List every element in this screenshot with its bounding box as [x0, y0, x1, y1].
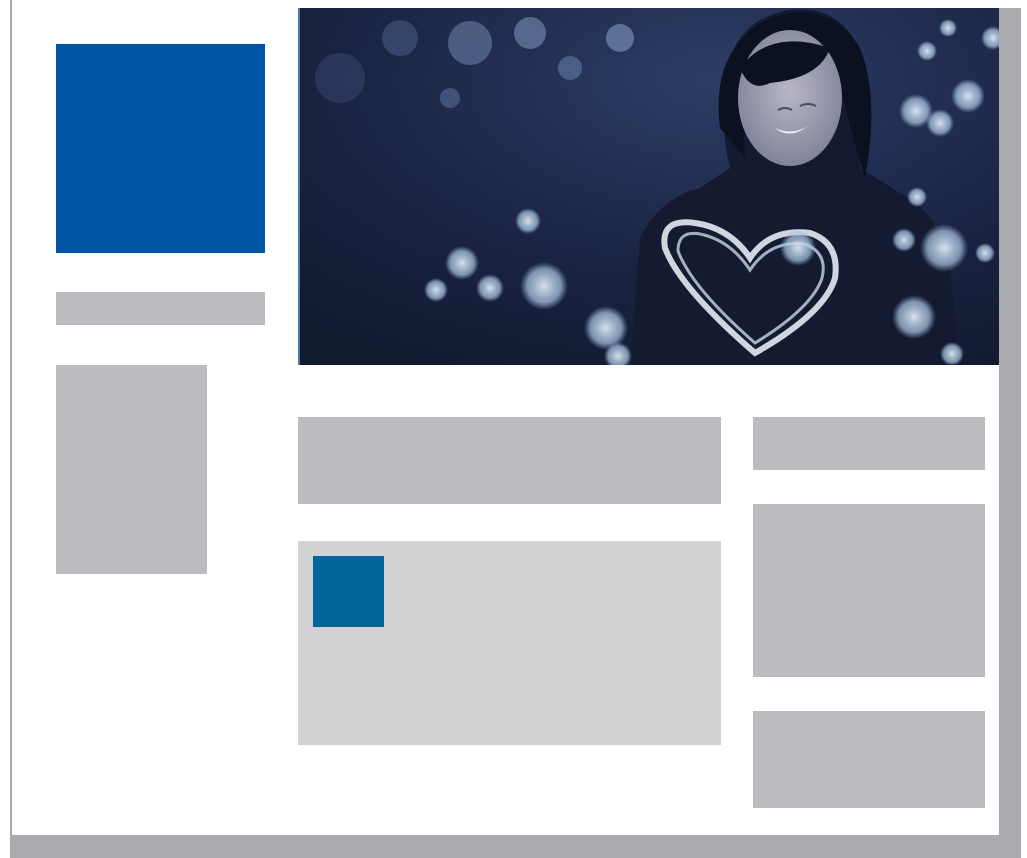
hero-photo — [300, 8, 999, 365]
right-column-top-placeholder — [753, 417, 985, 470]
hero-image — [298, 8, 999, 365]
page-right-shadow — [999, 8, 1021, 858]
card-thumbnail-placeholder[interactable] — [313, 556, 384, 627]
right-column-middle-placeholder — [753, 504, 985, 677]
page-bottom-shadow — [10, 835, 1021, 858]
content-card[interactable] — [298, 541, 721, 745]
page-wireframe — [0, 0, 1027, 858]
logo-placeholder[interactable] — [56, 44, 265, 253]
nav-bar-placeholder[interactable] — [56, 292, 265, 325]
sidebar-panel-placeholder — [56, 365, 207, 574]
page-left-border — [10, 0, 12, 835]
right-column-bottom-placeholder — [753, 711, 985, 808]
headline-placeholder — [298, 417, 721, 504]
